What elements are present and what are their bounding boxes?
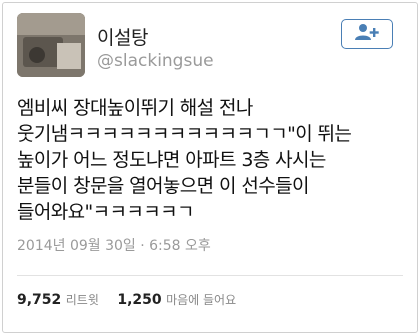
display-name[interactable]: 이설탕 [97, 23, 148, 50]
follow-button[interactable] [341, 19, 393, 49]
divider [17, 275, 403, 276]
retweet-label[interactable]: 리트윗 [66, 293, 99, 307]
retweet-count[interactable]: 9,752 [17, 292, 61, 308]
tweet-stats: 9,752 리트윗 1,250 마음에 들어요 [17, 291, 250, 308]
tweet-line: 높이가 어느 정도냐면 아파트 3층 사시는 [17, 149, 326, 171]
tweet-timestamp[interactable]: 2014년 09월 30일 · 6:58 오후 [17, 235, 211, 255]
tweet-text: 엠비씨 장대높이뛰기 해설 전나 웃기냄ㅋㅋㅋㅋㅋㅋㅋㅋㅋㅋㅋㄱㄱ"이 뛰는 높… [17, 95, 413, 225]
tweet-line: 들어와요"ㅋㅋㅋㅋㅋㄱ [17, 201, 195, 223]
avatar[interactable] [17, 13, 85, 77]
favorite-label[interactable]: 마음에 들어요 [166, 293, 236, 307]
tweet-card: 이설탕 @slackingsue 엠비씨 장대높이뛰기 해설 전나 웃기냄ㅋㅋㅋ… [2, 2, 418, 333]
tweet-line: 엠비씨 장대높이뛰기 해설 전나 [17, 97, 253, 119]
username-handle[interactable]: @slackingsue [97, 51, 214, 71]
favorite-count[interactable]: 1,250 [117, 292, 161, 308]
tweet-line: 분들이 창문을 열어놓으면 이 선수들이 [17, 175, 309, 197]
tweet-line: 웃기냄ㅋㅋㅋㅋㅋㅋㅋㅋㅋㅋㅋㄱㄱ"이 뛰는 [17, 123, 352, 145]
add-user-icon [354, 23, 380, 45]
